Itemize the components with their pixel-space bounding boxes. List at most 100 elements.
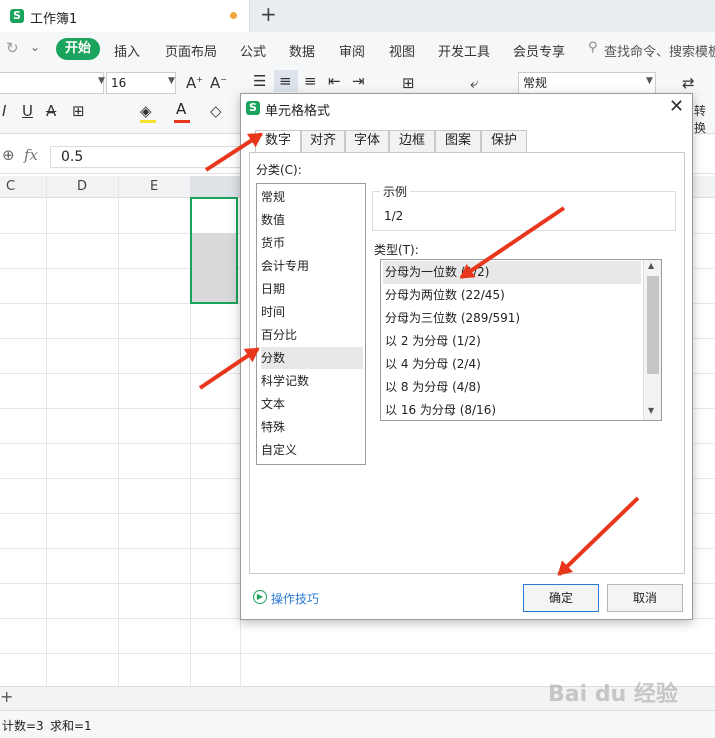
redo-icon[interactable]: ↻	[6, 39, 19, 57]
category-fraction[interactable]: 分数	[261, 347, 363, 369]
category-custom[interactable]: 自定义	[261, 439, 363, 461]
category-general[interactable]: 常规	[261, 186, 363, 208]
status-count: 计数=3	[2, 719, 44, 733]
tips-link[interactable]: 操作技巧	[271, 590, 319, 607]
tab-pattern[interactable]: 图案	[435, 130, 481, 152]
category-percentage[interactable]: 百分比	[261, 324, 363, 346]
wrap-text-icon[interactable]: ⤶	[470, 74, 478, 92]
number-tab-panel: 分类(C): 常规 数值 货币 会计专用 日期 时间 百分比 分数 科学记数 文…	[249, 152, 685, 574]
close-icon[interactable]: ✕	[669, 96, 684, 117]
tab-alignment[interactable]: 对齐	[301, 130, 345, 152]
eraser-icon[interactable]: ◇	[210, 102, 222, 120]
ok-button[interactable]: 确定	[523, 584, 599, 612]
font-color-swatch	[174, 120, 190, 123]
font-name-box[interactable]	[0, 72, 104, 94]
borders-icon[interactable]: ⊞	[72, 102, 85, 120]
type-sixteenths[interactable]: 以 16 为分母 (8/16)	[383, 399, 641, 422]
category-list[interactable]: 常规 数值 货币 会计专用 日期 时间 百分比 分数 科学记数 文本 特殊 自定…	[256, 183, 366, 465]
type-two-digits[interactable]: 分母为两位数 (22/45)	[383, 284, 641, 307]
title-tab-bar: S 工作簿1 +	[0, 0, 715, 32]
new-tab-plus-icon[interactable]: +	[260, 2, 277, 26]
grid-line	[118, 176, 119, 686]
convert-icon[interactable]: ⇄	[682, 74, 695, 92]
category-number[interactable]: 数值	[261, 209, 363, 231]
type-list-scrollbar[interactable]: ▲ ▼	[643, 260, 661, 420]
category-text[interactable]: 文本	[261, 393, 363, 415]
indent-icon[interactable]: ⇥	[352, 72, 365, 90]
grid-line	[46, 176, 47, 686]
dialog-title: 单元格格式	[265, 104, 331, 119]
menu-start-tab[interactable]: 开始	[56, 38, 100, 60]
category-date[interactable]: 日期	[261, 278, 363, 300]
category-accounting[interactable]: 会计专用	[261, 255, 363, 277]
menu-view[interactable]: 视图	[389, 41, 415, 60]
increase-font-icon[interactable]: A+	[186, 74, 203, 92]
strikethrough-icon[interactable]: A	[46, 102, 56, 120]
font-color-icon[interactable]: A	[176, 100, 186, 118]
type-label: 类型(T):	[374, 243, 419, 257]
type-one-digit[interactable]: 分母为一位数 (1/2)	[383, 261, 641, 284]
add-sheet-icon[interactable]: +	[0, 687, 13, 706]
unsaved-dot-icon	[230, 12, 237, 19]
menu-formulas[interactable]: 公式	[240, 41, 266, 60]
menu-insert[interactable]: 插入	[114, 41, 140, 60]
merge-cells-icon[interactable]: ⊞	[402, 74, 415, 92]
wps-logo-icon: S	[246, 101, 260, 115]
cancel-button[interactable]: 取消	[607, 584, 683, 612]
font-size-box[interactable]: 16	[106, 72, 176, 94]
type-quarters[interactable]: 以 4 为分母 (2/4)	[383, 353, 641, 376]
command-search[interactable]: 查找命令、搜索模板	[604, 41, 715, 60]
type-list[interactable]: 分母为一位数 (1/2) 分母为两位数 (22/45) 分母为三位数 (289/…	[380, 259, 662, 421]
category-scientific[interactable]: 科学记数	[261, 370, 363, 392]
fx-icon[interactable]: fx	[24, 146, 38, 164]
menu-bar: ↻ ⌄ 开始 插入 页面布局 公式 数据 审阅 视图 开发工具 会员专享 ⚲ 查…	[0, 32, 715, 66]
sample-value: 1/2	[384, 209, 404, 223]
chevron-down-icon[interactable]: ▼	[168, 76, 175, 86]
number-format-box[interactable]: 常规	[518, 72, 656, 94]
fill-color-swatch	[140, 120, 156, 123]
category-time[interactable]: 时间	[261, 301, 363, 323]
fill-color-icon[interactable]: ◈	[140, 102, 152, 120]
italic-icon[interactable]: I	[2, 102, 6, 120]
scrollbar-thumb[interactable]	[647, 276, 659, 374]
category-currency[interactable]: 货币	[261, 232, 363, 254]
menu-page-layout[interactable]: 页面布局	[165, 41, 217, 60]
baidu-watermark: Bai du 经验	[548, 682, 678, 707]
document-tab[interactable]: S 工作簿1	[0, 0, 250, 32]
type-eighths[interactable]: 以 8 为分母 (4/8)	[383, 376, 641, 399]
tab-font[interactable]: 字体	[345, 130, 389, 152]
chevron-down-icon[interactable]: ⌄	[30, 40, 40, 54]
category-special[interactable]: 特殊	[261, 416, 363, 438]
tips-play-icon[interactable]: ▶	[253, 590, 267, 604]
grid-line	[0, 653, 715, 654]
column-header-c[interactable]: C	[6, 179, 15, 194]
tab-protection[interactable]: 保护	[481, 130, 527, 152]
selected-range[interactable]	[190, 197, 238, 304]
convert-label[interactable]: 转换	[694, 102, 715, 136]
column-header-selected[interactable]	[190, 176, 240, 198]
align-top-icon[interactable]: ☰	[253, 72, 266, 90]
chevron-down-icon[interactable]: ▼	[98, 76, 105, 86]
menu-review[interactable]: 审阅	[339, 41, 365, 60]
scroll-up-icon[interactable]: ▲	[648, 261, 654, 270]
menu-developer[interactable]: 开发工具	[438, 41, 490, 60]
column-header-d[interactable]: D	[77, 179, 87, 194]
align-bottom-icon[interactable]: ≡	[304, 72, 317, 90]
outdent-icon[interactable]: ⇤	[328, 72, 341, 90]
menu-member[interactable]: 会员专享	[513, 41, 565, 60]
zoom-icon[interactable]: ⊕	[2, 146, 15, 164]
menu-data[interactable]: 数据	[289, 41, 315, 60]
search-icon: ⚲	[588, 40, 598, 55]
underline-icon[interactable]: U	[22, 102, 33, 120]
align-middle-icon: ≡	[279, 72, 292, 90]
align-middle-button[interactable]: ≡	[274, 70, 298, 92]
decrease-font-icon[interactable]: A−	[210, 74, 227, 92]
type-three-digits[interactable]: 分母为三位数 (289/591)	[383, 307, 641, 330]
status-bar: 计数=3 求和=1	[0, 710, 715, 738]
column-header-e[interactable]: E	[150, 179, 158, 194]
type-halves[interactable]: 以 2 为分母 (1/2)	[383, 330, 641, 353]
tab-border[interactable]: 边框	[389, 130, 435, 152]
scroll-down-icon[interactable]: ▼	[648, 406, 654, 415]
chevron-down-icon[interactable]: ▼	[646, 76, 653, 86]
category-label: 分类(C):	[256, 163, 302, 177]
